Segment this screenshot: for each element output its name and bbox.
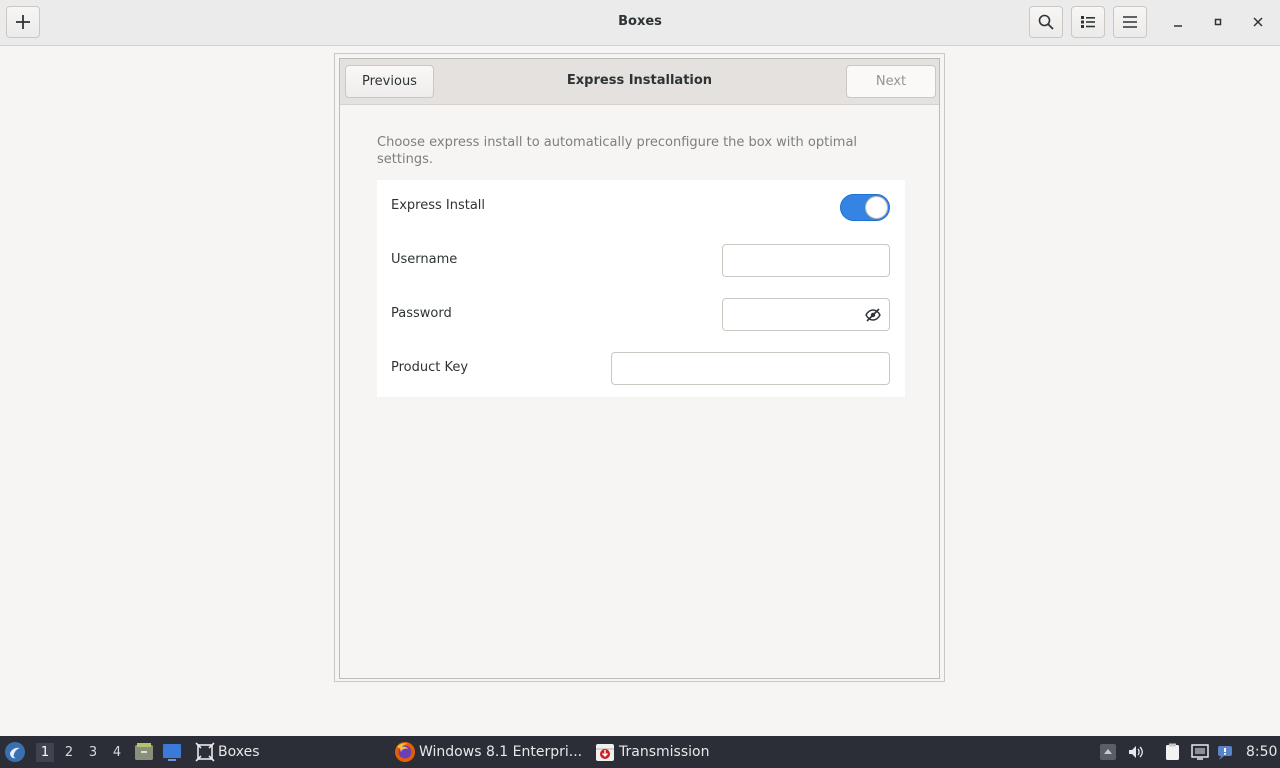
task-label: Windows 8.1 Enterpri... bbox=[419, 744, 583, 760]
username-label: Username bbox=[391, 252, 458, 267]
taskbar: 1 2 3 4 Boxes Windows 8.1 Enterpri... Tr… bbox=[0, 736, 1280, 768]
password-label: Password bbox=[391, 306, 452, 321]
start-menu-button[interactable] bbox=[4, 736, 26, 768]
express-installation-dialog: Express Installation Previous Next Choos… bbox=[334, 53, 945, 682]
distro-logo-icon bbox=[5, 742, 25, 762]
settings-panel: Express Install Username Password Produc… bbox=[377, 180, 905, 397]
maximize-button[interactable] bbox=[1206, 10, 1230, 34]
desktop-launcher[interactable] bbox=[162, 736, 182, 768]
eye-hidden-icon[interactable] bbox=[865, 307, 881, 323]
clipboard-icon[interactable] bbox=[1164, 743, 1182, 761]
task-label: Boxes bbox=[218, 744, 260, 760]
dialog-content: Express Installation Previous Next Choos… bbox=[339, 58, 940, 679]
switch-knob bbox=[865, 196, 888, 219]
file-manager-launcher[interactable] bbox=[134, 736, 154, 768]
add-box-button[interactable] bbox=[6, 6, 40, 38]
maximize-icon bbox=[1214, 18, 1222, 26]
task-boxes[interactable]: Boxes bbox=[195, 736, 260, 768]
task-transmission[interactable]: Transmission bbox=[594, 736, 709, 768]
tray-expand-icon[interactable] bbox=[1099, 743, 1117, 761]
username-field[interactable] bbox=[722, 244, 890, 277]
hamburger-menu-icon bbox=[1123, 16, 1137, 28]
clock[interactable]: 8:50 bbox=[1246, 736, 1277, 768]
plus-icon bbox=[16, 15, 30, 29]
volume-icon[interactable] bbox=[1127, 743, 1145, 761]
boxes-icon bbox=[195, 742, 215, 762]
previous-button[interactable]: Previous bbox=[345, 65, 434, 98]
workspace-1[interactable]: 1 bbox=[36, 743, 54, 762]
network-icon[interactable] bbox=[1191, 743, 1209, 761]
search-icon bbox=[1038, 14, 1054, 30]
workspace-3[interactable]: 3 bbox=[84, 743, 102, 762]
workspace-4[interactable]: 4 bbox=[108, 743, 126, 762]
header-bar: Boxes bbox=[0, 0, 1280, 46]
transmission-icon bbox=[596, 744, 614, 761]
monitor-icon bbox=[163, 744, 181, 761]
task-label: Transmission bbox=[619, 744, 710, 760]
view-toggle-button[interactable] bbox=[1071, 6, 1105, 38]
workspace-2[interactable]: 2 bbox=[60, 743, 78, 762]
minimize-button[interactable] bbox=[1166, 10, 1190, 34]
search-button[interactable] bbox=[1029, 6, 1063, 38]
task-firefox[interactable]: Windows 8.1 Enterpri... bbox=[394, 736, 582, 768]
minimize-icon bbox=[1174, 25, 1182, 27]
dialog-header: Express Installation Previous Next bbox=[340, 59, 939, 105]
list-view-icon bbox=[1081, 16, 1095, 28]
notification-icon[interactable] bbox=[1217, 743, 1235, 761]
express-install-description: Choose express install to automatically … bbox=[377, 135, 858, 167]
product-key-field[interactable] bbox=[611, 352, 890, 385]
password-field[interactable] bbox=[722, 298, 890, 331]
firefox-icon bbox=[395, 742, 415, 762]
file-cabinet-icon bbox=[135, 743, 153, 760]
close-button[interactable] bbox=[1246, 10, 1270, 34]
close-icon bbox=[1253, 17, 1263, 27]
express-install-switch[interactable] bbox=[840, 194, 890, 221]
express-install-label: Express Install bbox=[391, 198, 486, 213]
product-key-label: Product Key bbox=[391, 360, 469, 375]
main-menu-button[interactable] bbox=[1113, 6, 1147, 38]
next-button[interactable]: Next bbox=[846, 65, 936, 98]
